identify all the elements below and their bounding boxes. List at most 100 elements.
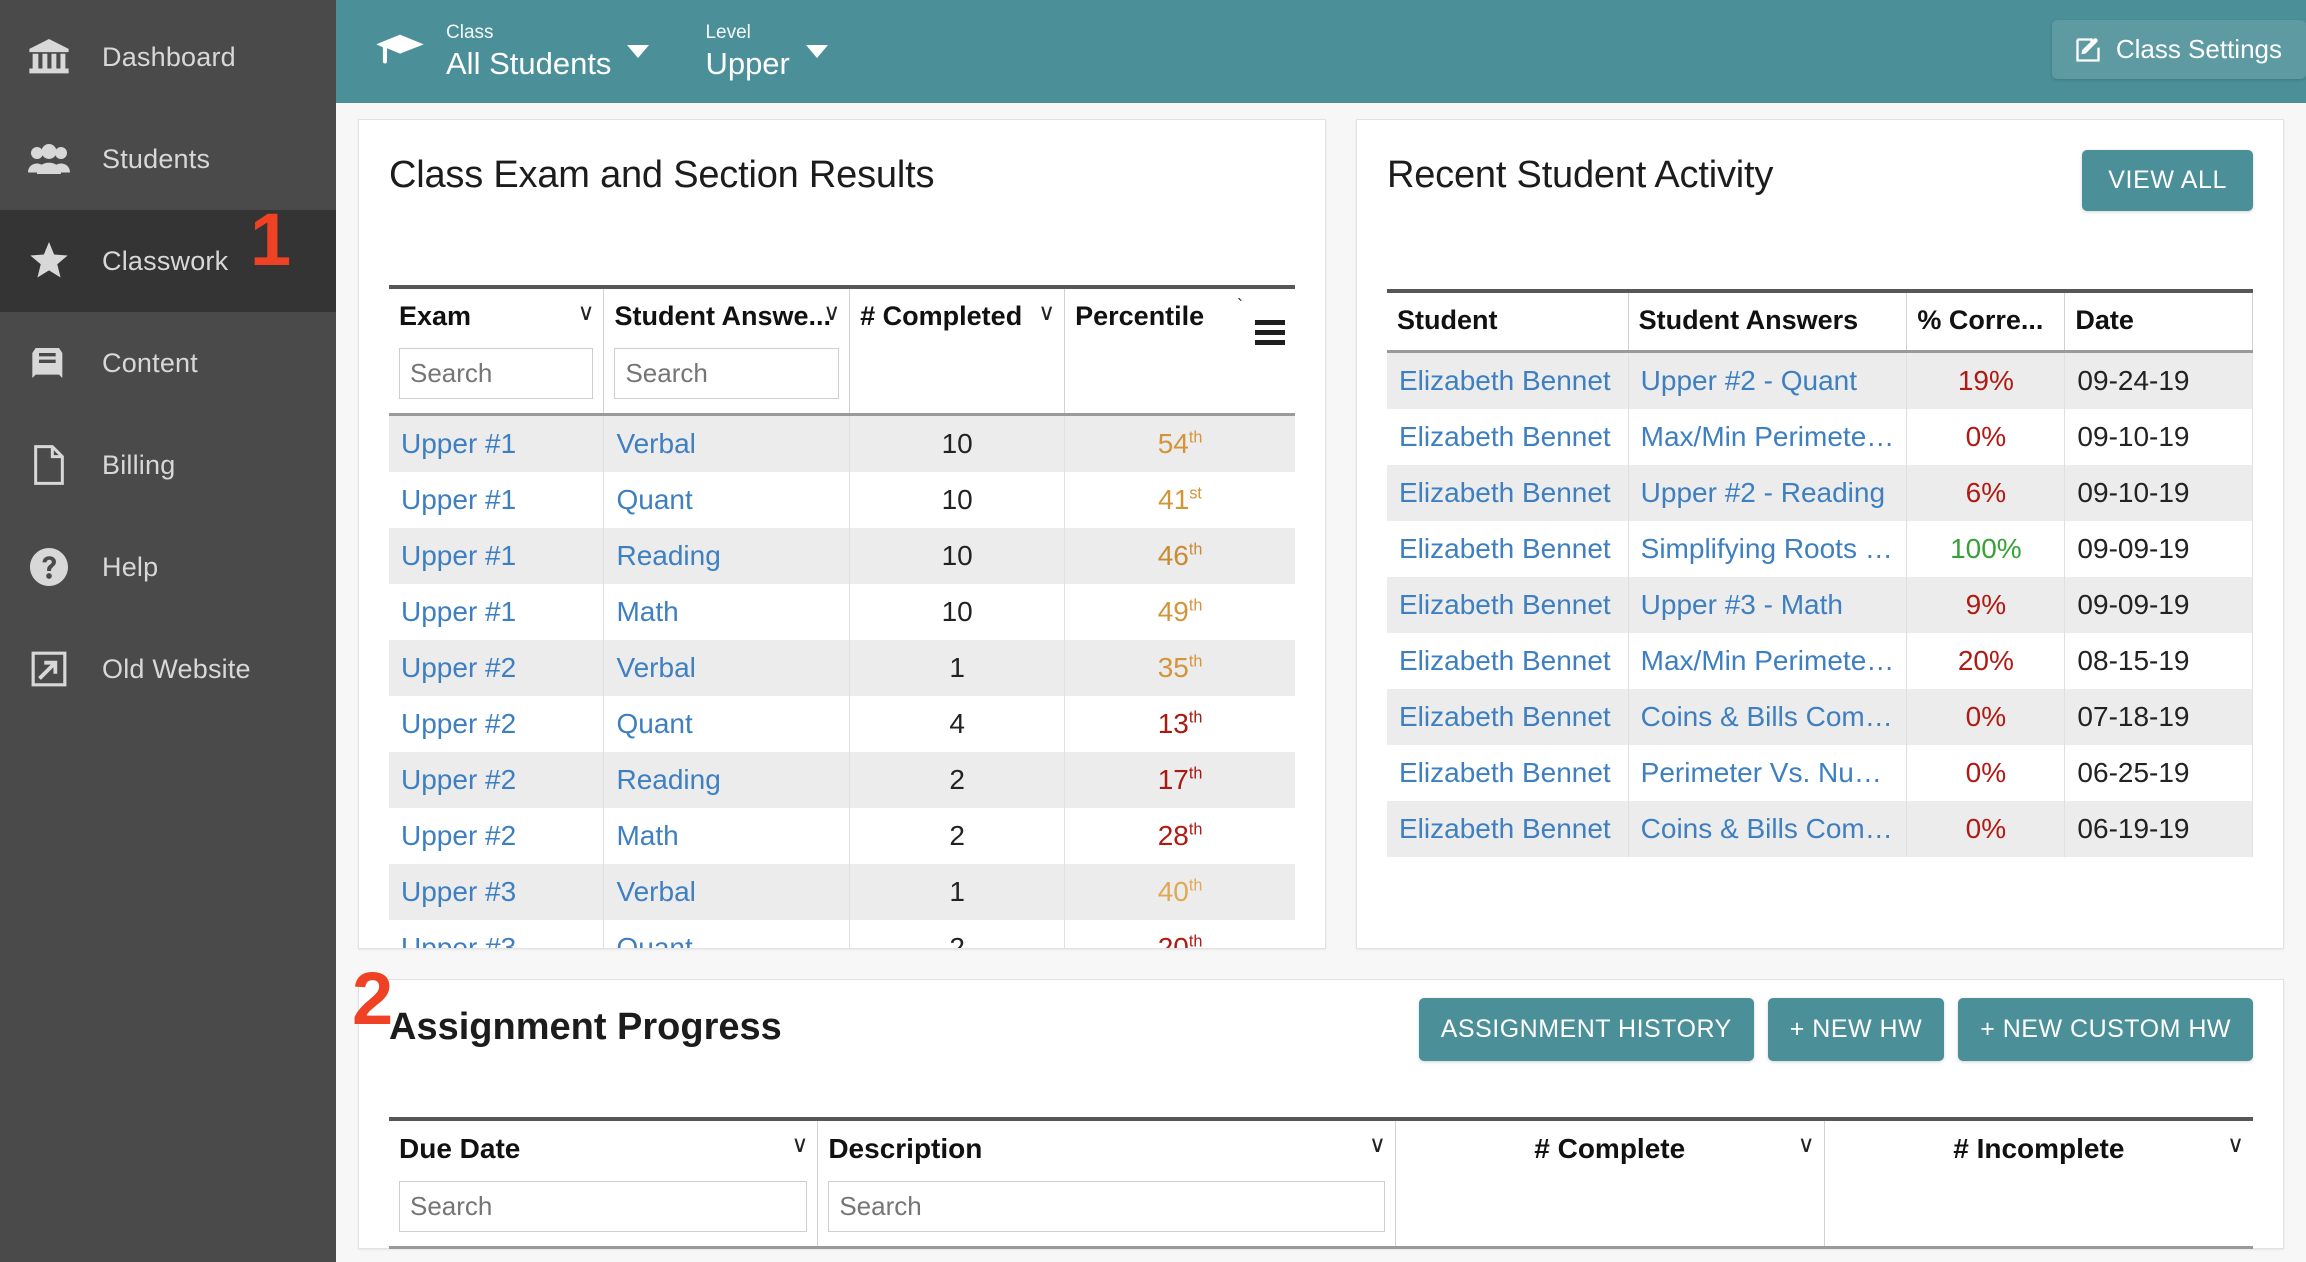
chevron-down-icon[interactable]: ∨ (791, 1133, 808, 1156)
file-icon (26, 445, 72, 485)
sidebar-item-help[interactable]: Help (0, 516, 336, 618)
cell-percentile: 46th (1064, 528, 1295, 584)
column-header-percentile[interactable]: Percentile ` (1064, 285, 1295, 416)
column-header-percent-correct[interactable]: % Corre... (1906, 289, 2066, 353)
cell-exam[interactable]: Upper #2 (389, 696, 605, 752)
cell-answer[interactable]: Coins & Bills Compa... (1628, 689, 1908, 745)
star-icon (26, 242, 72, 280)
sidebar-item-dashboard[interactable]: Dashboard (0, 6, 336, 108)
cell-student[interactable]: Elizabeth Bennet (1387, 409, 1629, 465)
column-header-student[interactable]: Student (1387, 289, 1629, 353)
cell-section[interactable]: Quant (603, 472, 851, 528)
sidebar-item-content[interactable]: Content (0, 312, 336, 414)
cell-section[interactable]: Verbal (603, 414, 851, 472)
chevron-down-icon[interactable]: ` (1237, 297, 1243, 315)
search-input-student-answers[interactable] (614, 348, 840, 399)
cell-answer[interactable]: Perimeter Vs. Numb... (1628, 745, 1908, 801)
column-header-incomplete[interactable]: # Incomplete ∨ (1824, 1117, 2253, 1249)
cell-completed: 2 (849, 920, 1066, 948)
hamburger-icon[interactable] (1241, 320, 1285, 345)
cell-section[interactable]: Reading (603, 528, 851, 584)
view-all-button[interactable]: VIEW ALL (2082, 150, 2253, 211)
cell-completed: 1 (849, 640, 1066, 696)
table-row: Upper #1 Reading 10 46th (389, 528, 1295, 584)
cell-student[interactable]: Elizabeth Bennet (1387, 465, 1629, 521)
column-header-description[interactable]: Description ∨ (817, 1117, 1396, 1249)
search-input-due-date[interactable] (399, 1181, 808, 1232)
cell-student[interactable]: Elizabeth Bennet (1387, 689, 1629, 745)
column-header-student-answers[interactable]: Student Answers (1628, 289, 1908, 353)
cell-answer[interactable]: Upper #2 - Quant (1628, 351, 1908, 409)
cell-student[interactable]: Elizabeth Bennet (1387, 801, 1629, 857)
cell-student[interactable]: Elizabeth Bennet (1387, 745, 1629, 801)
cell-completed: 1 (849, 864, 1066, 920)
chevron-down-icon[interactable]: ∨ (2227, 1133, 2244, 1156)
cell-exam[interactable]: Upper #1 (389, 472, 605, 528)
chevron-down-icon[interactable] (805, 44, 828, 58)
column-header-date[interactable]: Date (2064, 289, 2253, 353)
column-header-complete[interactable]: # Complete ∨ (1395, 1117, 1825, 1249)
cell-section[interactable]: Quant (603, 920, 851, 948)
chevron-down-icon[interactable]: ∨ (1798, 1133, 1815, 1156)
class-settings-button[interactable]: Class Settings (2051, 20, 2306, 79)
top-cards-row: Class Exam and Section Results Exam ∨ Se… (336, 119, 2306, 971)
table-row: Upper #1 Quant 10 41st (389, 472, 1295, 528)
column-header-student-answers[interactable]: Student Answe... ∨ (603, 285, 851, 416)
new-hw-button[interactable]: + NEW HW (1767, 998, 1945, 1061)
column-header-due-date[interactable]: Due Date ∨ (389, 1117, 819, 1249)
sidebar-item-students[interactable]: Students (0, 108, 336, 210)
chevron-down-icon[interactable]: ∨ (1038, 301, 1055, 324)
search-input-description[interactable] (828, 1181, 1385, 1232)
class-selector[interactable]: Class All Students (446, 22, 650, 80)
cell-exam[interactable]: Upper #1 (389, 414, 605, 472)
sidebar-item-billing[interactable]: Billing (0, 414, 336, 516)
search-input-exam[interactable] (399, 348, 594, 399)
cell-student[interactable]: Elizabeth Bennet (1387, 351, 1629, 409)
app-root: Dashboard Students Classwork Content Bil (0, 0, 2306, 1262)
cell-answer[interactable]: Max/Min Perimeter, ... (1628, 633, 1908, 689)
chevron-down-icon[interactable]: ∨ (823, 301, 840, 324)
cell-exam[interactable]: Upper #2 (389, 808, 605, 864)
cell-answer[interactable]: Simplifying Roots & ... (1628, 521, 1908, 577)
cell-answer[interactable]: Upper #3 - Math (1628, 577, 1908, 633)
table-row: Upper #2 Quant 4 13th (389, 696, 1295, 752)
exam-results-table-wrap: Exam ∨ Student Answe... ∨ (389, 285, 1295, 948)
column-header-exam[interactable]: Exam ∨ (389, 285, 605, 416)
cell-section[interactable]: Quant (603, 696, 851, 752)
column-label: Description (828, 1133, 983, 1164)
cell-answer[interactable]: Coins & Bills Compa... (1628, 801, 1908, 857)
cell-answer[interactable]: Max/Min Perimeter, ... (1628, 409, 1908, 465)
cell-answer[interactable]: Upper #2 - Reading (1628, 465, 1908, 521)
cell-section[interactable]: Math (603, 584, 851, 640)
cell-percent-correct: 0% (1906, 689, 2066, 745)
annotation-marker-1: 1 (250, 198, 292, 281)
column-header-completed[interactable]: # Completed ∨ (849, 285, 1066, 416)
sidebar-item-label: Billing (102, 449, 176, 480)
cell-date: 09-09-19 (2064, 521, 2253, 577)
cell-exam[interactable]: Upper #3 (389, 864, 605, 920)
cell-exam[interactable]: Upper #1 (389, 528, 605, 584)
cell-student[interactable]: Elizabeth Bennet (1387, 633, 1629, 689)
recent-activity-body: Elizabeth Bennet Upper #2 - Quant 19% 09-24… (1387, 351, 2253, 857)
cell-student[interactable]: Elizabeth Bennet (1387, 577, 1629, 633)
cell-student[interactable]: Elizabeth Bennet (1387, 521, 1629, 577)
assignment-history-button[interactable]: ASSIGNMENT HISTORY (1418, 998, 1754, 1061)
sidebar-item-old-website[interactable]: Old Website (0, 618, 336, 720)
cell-exam[interactable]: Upper #2 (389, 752, 605, 808)
new-custom-hw-button[interactable]: + NEW CUSTOM HW (1958, 998, 2253, 1061)
cell-exam[interactable]: Upper #1 (389, 584, 605, 640)
cell-section[interactable]: Verbal (603, 864, 851, 920)
cell-section[interactable]: Verbal (603, 640, 851, 696)
assignment-progress-buttons: ASSIGNMENT HISTORY + NEW HW + NEW CUSTOM… (1418, 998, 2253, 1061)
cell-exam[interactable]: Upper #3 (389, 920, 605, 948)
cell-section[interactable]: Reading (603, 752, 851, 808)
chevron-down-icon[interactable] (627, 44, 650, 58)
cell-exam[interactable]: Upper #2 (389, 640, 605, 696)
chevron-down-icon[interactable]: ∨ (578, 301, 595, 324)
chevron-down-icon[interactable]: ∨ (1369, 1133, 1386, 1156)
cell-section[interactable]: Math (603, 808, 851, 864)
table-row: Elizabeth Bennet Max/Min Perimeter, ... 0%… (1387, 409, 2253, 465)
main-area: Class All Students Level Upper Class Set… (336, 0, 2306, 1262)
level-selector[interactable]: Level Upper (705, 22, 828, 80)
cell-percentile: 40th (1064, 864, 1295, 920)
